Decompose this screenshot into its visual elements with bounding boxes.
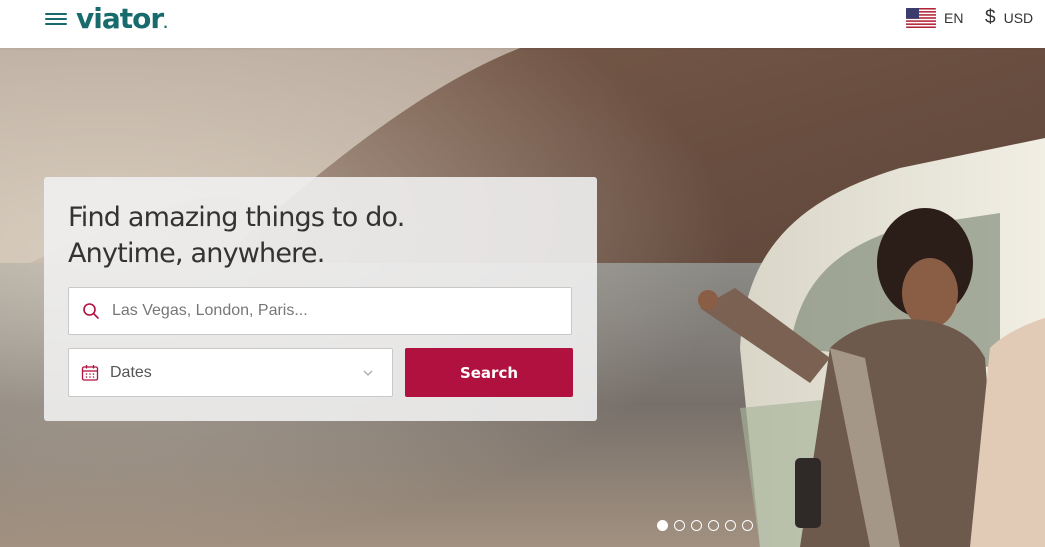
dates-picker[interactable]: Dates [68, 348, 393, 397]
top-navigation-bar: viator. EN $ USD [0, 0, 1045, 48]
headline-line-2: Anytime, anywhere. [68, 238, 325, 269]
carousel-dot[interactable] [691, 520, 702, 531]
us-flag-icon [906, 8, 936, 28]
currency-symbol: $ [985, 7, 996, 28]
carousel-dot[interactable] [742, 520, 753, 531]
carousel-dot[interactable] [708, 520, 719, 531]
language-label: EN [944, 10, 964, 26]
search-button[interactable]: Search [405, 348, 573, 397]
hero-headline: Find amazing things to do. Anytime, anyw… [68, 200, 588, 272]
viator-logo[interactable]: viator. [76, 0, 168, 43]
calendar-icon [81, 364, 99, 381]
chevron-down-icon [363, 370, 373, 376]
dates-label: Dates [110, 363, 152, 381]
carousel-indicators [657, 520, 753, 531]
destination-search-input[interactable] [110, 301, 554, 321]
hero-banner: Find amazing things to do. Anytime, anyw… [0, 48, 1045, 547]
carousel-dot[interactable] [725, 520, 736, 531]
currency-label: USD [1003, 10, 1034, 26]
currency-selector[interactable]: $ USD [985, 7, 1034, 28]
language-selector[interactable]: EN [906, 8, 963, 28]
carousel-dot[interactable] [657, 520, 668, 531]
menu-icon[interactable] [45, 10, 67, 28]
search-icon [83, 303, 99, 319]
carousel-dot[interactable] [674, 520, 685, 531]
search-panel: Find amazing things to do. Anytime, anyw… [44, 177, 597, 421]
headline-line-1: Find amazing things to do. [68, 202, 405, 233]
destination-search-field[interactable] [68, 287, 572, 335]
